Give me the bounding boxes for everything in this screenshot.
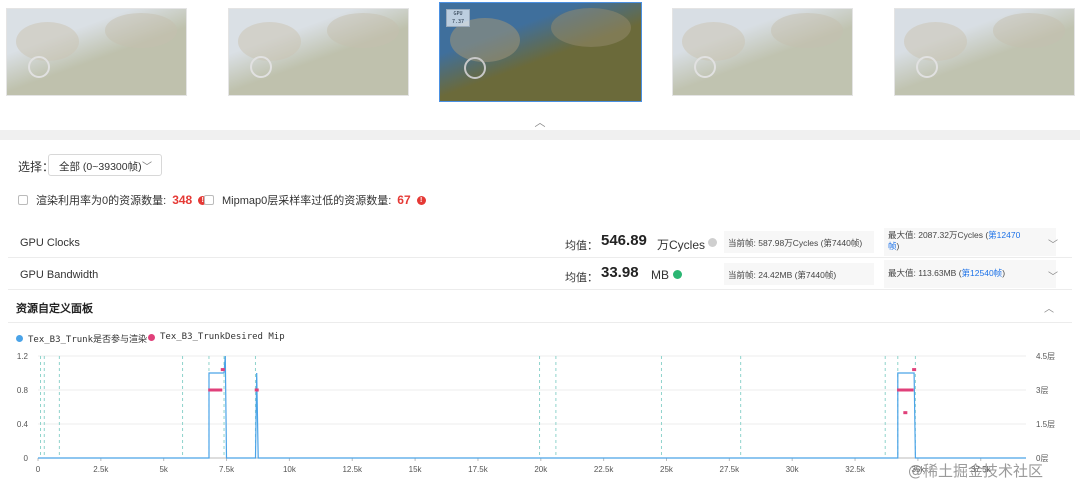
average-value: 33.98 — [601, 264, 639, 281]
x-tick-label: 22.5k — [594, 465, 615, 474]
frame-thumbnail[interactable] — [228, 8, 409, 96]
metric-name: GPU Clocks — [20, 237, 80, 249]
frame-thumbnail[interactable] — [894, 8, 1075, 96]
data-point-desired-mip[interactable] — [220, 368, 225, 372]
legend-label: Tex_B3_TrunkDesired Mip — [160, 332, 285, 342]
checkbox[interactable] — [204, 195, 214, 205]
y-left-tick-label: 0 — [24, 454, 29, 463]
y-left-tick-label: 0.4 — [17, 420, 29, 429]
metric-row-gpu-bandwidth[interactable]: GPU Bandwidth 均值： 33.98 MB 当前帧: 24.42MB … — [8, 260, 1072, 290]
x-tick-label: 12.5k — [342, 465, 363, 474]
x-tick-label: 32.5k — [845, 465, 866, 474]
legend-dot-icon — [148, 333, 155, 341]
series-line-trunk-render[interactable] — [38, 355, 1026, 459]
info-icon — [708, 238, 717, 247]
max-value: 最大值: 2087.32万Cycles (第12470 帧) — [884, 228, 1056, 256]
data-point-desired-mip[interactable] — [254, 388, 259, 392]
watermark: @稀土掘金技术社区 — [908, 462, 1044, 480]
x-tick-label: 25k — [660, 465, 674, 474]
max-value: 最大值: 113.63MB (第12540帧) — [884, 260, 1056, 288]
max-frame-link[interactable]: 第12540帧 — [962, 268, 1003, 278]
x-tick-label: 15k — [409, 465, 423, 474]
frame-range-value: 全部 (0~39300帧) — [59, 161, 142, 173]
average-unit: 万Cycles — [657, 238, 706, 252]
current-frame-value: 当前帧: 587.98万Cycles (第7440帧) — [724, 231, 874, 253]
data-point-desired-mip[interactable] — [909, 388, 914, 392]
max-value-text: 最大值: 2087.32万Cycles ( — [888, 230, 989, 240]
collapse-thumbnails-icon[interactable]: ︿ — [533, 114, 547, 129]
overlay-value: 7.37 — [451, 19, 465, 25]
max-value-suffix: ) — [1002, 268, 1006, 278]
x-tick-label: 0 — [36, 465, 41, 474]
checkbox[interactable] — [18, 195, 28, 205]
legend-item-trunk-render[interactable]: Tex_B3_Trunk是否参与渲染 — [16, 332, 147, 345]
x-tick-label: 7.5k — [219, 465, 235, 474]
legend-dot-icon — [16, 335, 23, 342]
filter-zero-usage[interactable]: 渲染利用率为0的资源数量: 348 ! — [18, 192, 208, 208]
chevron-down-icon: ﹀ — [142, 162, 152, 173]
average-unit: MB — [651, 268, 669, 282]
frame-range-select[interactable]: 全部 (0~39300帧) ﹀ — [48, 154, 162, 176]
current-frame-value: 当前帧: 24.42MB (第7440帧) — [724, 263, 874, 285]
thumbnail-overlay — [895, 9, 1074, 95]
alert-icon: ! — [416, 195, 426, 205]
overlay-panel: GPU 7.37 — [446, 9, 470, 27]
x-tick-label: 2.5k — [93, 465, 109, 474]
x-tick-label: 20k — [534, 465, 548, 474]
x-tick-label: 27.5k — [720, 465, 741, 474]
thumbnail-overlay — [7, 9, 186, 95]
panel-divider — [8, 322, 1072, 323]
panel-title: 资源自定义面板 — [16, 303, 93, 315]
expand-chevron-icon[interactable]: ﹀ — [1048, 236, 1058, 251]
filter-count: 348 — [172, 193, 193, 207]
average-label: 均值： — [565, 240, 598, 252]
rock-shape — [550, 7, 631, 48]
collapse-panel-icon[interactable]: ︿ — [1044, 300, 1054, 315]
legend-label: Tex_B3_Trunk是否参与渲染 — [28, 335, 148, 345]
expand-chevron-icon[interactable]: ﹀ — [1048, 268, 1058, 283]
y-right-tick-label: 4.5层 — [1036, 352, 1055, 361]
section-divider — [0, 130, 1080, 140]
marker-ring-icon — [464, 56, 487, 79]
average-label: 均值： — [565, 272, 598, 284]
filter-label: Mipmap0层采样率过低的资源数量: — [222, 195, 392, 207]
y-left-tick-label: 0.8 — [17, 386, 29, 395]
frame-thumbnail[interactable] — [672, 8, 853, 96]
frame-thumbnail-selected[interactable]: GPU 7.37 — [439, 2, 642, 102]
data-point-desired-mip[interactable] — [912, 368, 917, 372]
metric-row-gpu-clocks[interactable]: GPU Clocks 均值： 546.89 万Cycles 当前帧: 587.9… — [8, 228, 1072, 258]
max-value-text: 最大值: 113.63MB ( — [888, 268, 962, 278]
y-right-tick-label: 3层 — [1036, 386, 1048, 395]
legend-item-desired-mip[interactable]: Tex_B3_TrunkDesired Mip — [148, 332, 285, 342]
x-tick-label: 17.5k — [468, 465, 489, 474]
check-circle-icon — [673, 270, 682, 279]
average-value: 546.89 — [601, 232, 647, 249]
y-right-tick-label: 1.5层 — [1036, 420, 1055, 429]
max-value-suffix: ) — [896, 241, 900, 251]
x-tick-label: 30k — [786, 465, 800, 474]
thumbnail-overlay — [673, 9, 852, 95]
max-frame-link[interactable]: 第12470 — [988, 230, 1020, 240]
thumbnail-overlay — [229, 9, 408, 95]
thumbnail-strip: GPU 7.37 — [0, 0, 1080, 112]
y-left-tick-label: 1.2 — [17, 352, 29, 361]
filter-count: 67 — [397, 193, 411, 207]
filter-mipmap-low[interactable]: Mipmap0层采样率过低的资源数量: 67 ! — [204, 192, 426, 208]
x-tick-label: 10k — [283, 465, 297, 474]
data-point-desired-mip[interactable] — [903, 411, 908, 415]
overlay-label: GPU — [453, 11, 463, 17]
data-point-desired-mip[interactable] — [218, 388, 223, 392]
x-tick-label: 5k — [159, 465, 168, 474]
metric-name: GPU Bandwidth — [20, 269, 99, 281]
frame-thumbnail[interactable] — [6, 8, 187, 96]
max-frame-link-cont[interactable]: 帧 — [888, 241, 897, 251]
filter-label: 渲染利用率为0的资源数量: — [36, 195, 167, 207]
